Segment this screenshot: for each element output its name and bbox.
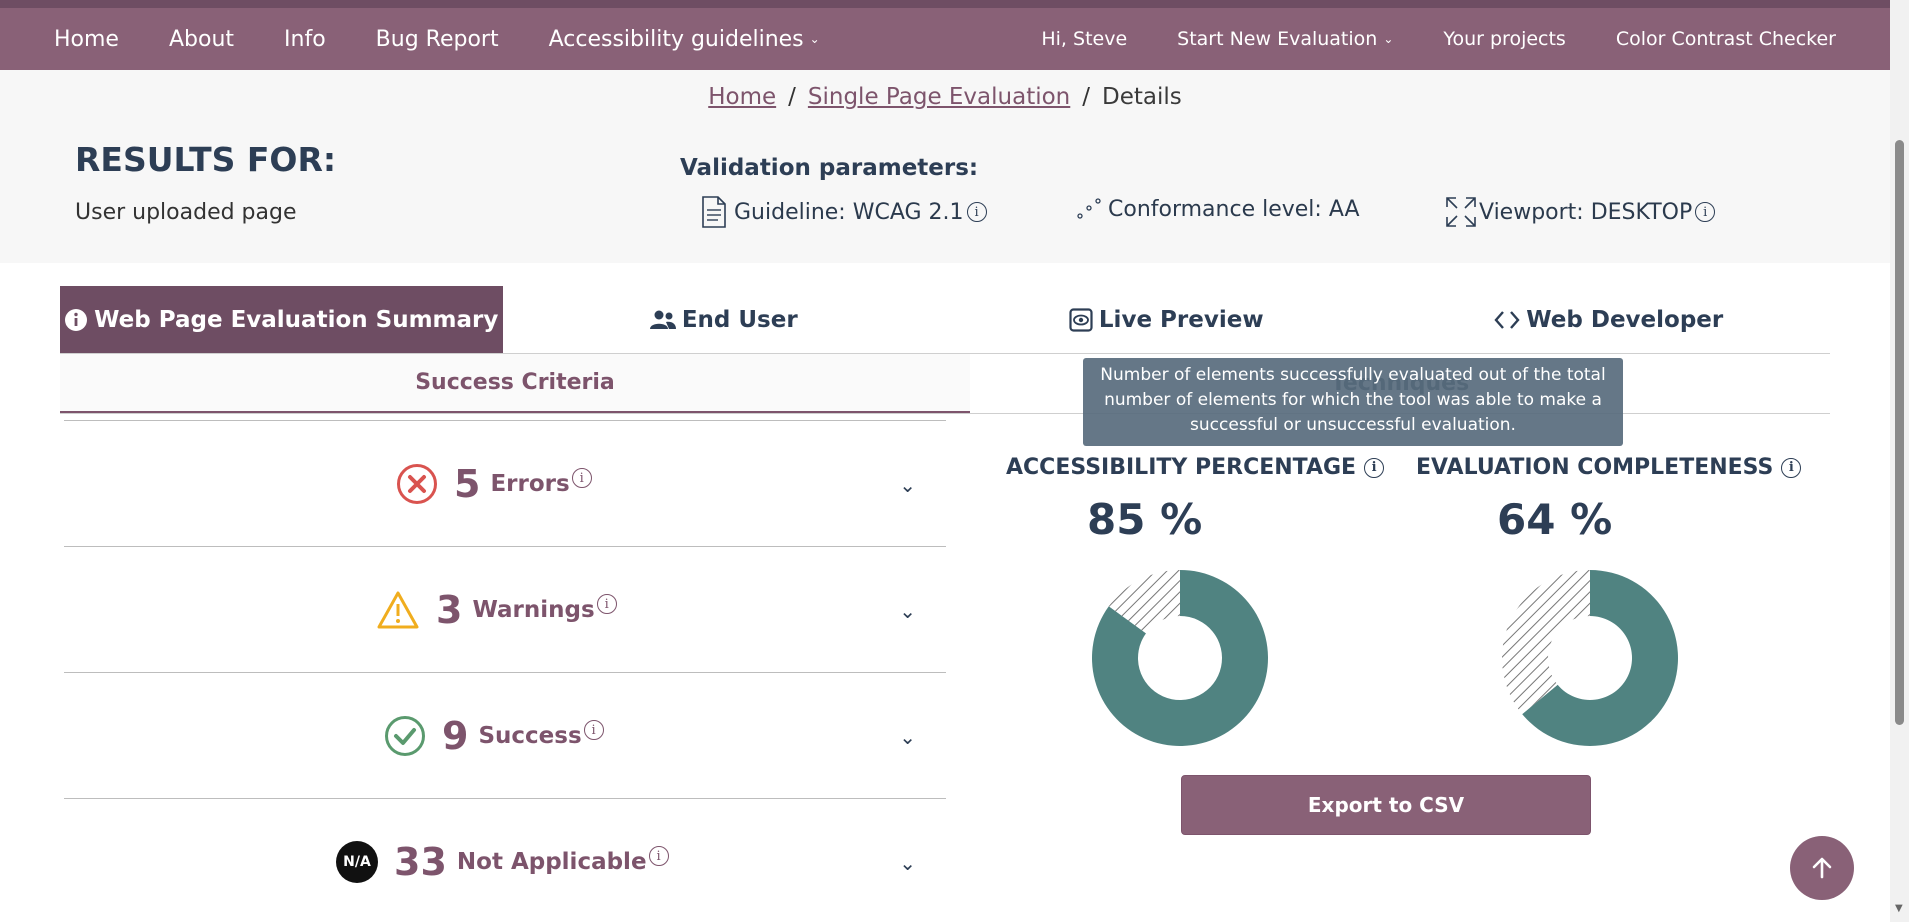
scrollbar-thumb[interactable] [1895,140,1904,725]
breadcrumb: Home / Single Page Evaluation / Details [0,84,1890,110]
info-icon[interactable]: i [596,594,617,614]
completeness-donut-chart [1502,570,1678,746]
nav-color-contrast-checker[interactable]: Color Contrast Checker [1616,28,1836,50]
stat-title-label: ACCESSIBILITY PERCENTAGE [1006,455,1357,480]
users-icon [649,310,676,329]
arrow-up-icon [1812,857,1832,879]
criteria-row-warnings[interactable]: 3 Warnings i ⌄ [64,546,946,672]
chevron-down-icon: ⌄ [809,32,820,46]
tab-success-criteria[interactable]: Success Criteria [60,354,970,413]
criteria-summary: 9 Success i [384,673,604,799]
chevron-down-icon[interactable]: ⌄ [899,725,916,749]
validation-title: Validation parameters: [680,155,979,181]
accessibility-percentage-title: ACCESSIBILITY PERCENTAGE i [1006,455,1385,480]
info-icon[interactable]: i [583,720,604,740]
expand-icon [1446,197,1476,227]
top-navbar: Home About Info Bug Report Accessibility… [0,8,1890,70]
info-icon[interactable]: i [648,846,669,866]
criteria-label: Warnings [472,597,595,623]
criteria-count: 3 [436,588,463,632]
criteria-row-success[interactable]: 9 Success i ⌄ [64,672,946,798]
warning-icon [377,591,419,629]
guideline-label: Guideline: WCAG 2.1 [734,199,964,225]
info-icon [65,308,88,331]
nav-user-greeting[interactable]: Hi, Steve [1041,28,1127,50]
conformance-label: Conformance level: AA [1108,196,1360,222]
tab-web-page-evaluation-summary[interactable]: Web Page Evaluation Summary [60,286,503,353]
completeness-remaining-slice [1502,570,1590,715]
tab-end-user[interactable]: End User [503,286,946,353]
conformance-param: Conformance level: AA [1076,196,1360,222]
nav-bug-report[interactable]: Bug Report [376,27,499,52]
main-tabs: Web Page Evaluation Summary End User Liv… [60,286,1830,354]
guideline-param: Guideline: WCAG 2.1 i [700,196,987,228]
criteria-summary: 5 Errors i [396,421,592,547]
top-strip [0,0,1909,8]
nav-start-new-evaluation-label: Start New Evaluation [1177,28,1378,50]
chevron-down-icon: ⌄ [1383,32,1394,46]
evaluation-completeness-value: 64 % [1497,495,1613,544]
chevron-down-icon[interactable]: ⌄ [899,599,916,623]
results-subtitle: User uploaded page [75,200,297,225]
criteria-count: 33 [394,840,447,884]
criteria-label: Errors [490,471,570,497]
info-icon[interactable]: i [966,202,987,222]
dots-icon [1077,198,1101,219]
eye-icon [1069,307,1093,332]
accessibility-donut-chart [1092,570,1268,746]
criteria-row-errors[interactable]: 5 Errors i ⌄ [64,420,946,546]
code-icon [1494,310,1520,329]
success-icon [385,716,425,756]
nav-your-projects[interactable]: Your projects [1443,28,1565,50]
na-icon: N/A [336,841,378,883]
nav-home[interactable]: Home [54,27,119,52]
nav-accessibility-guidelines[interactable]: Accessibility guidelines ⌄ [549,27,820,52]
info-icon[interactable]: i [1695,202,1716,222]
export-csv-button[interactable]: Export to CSV [1181,775,1591,835]
criteria-count: 9 [442,714,469,758]
breadcrumb-current: Details [1102,84,1182,110]
tab-label: Web Developer [1526,306,1724,333]
criteria-label: Not Applicable [456,849,647,875]
chevron-down-icon[interactable]: ⌄ [899,851,916,875]
criteria-count: 5 [454,462,481,506]
scroll-down-arrow-icon[interactable]: ▼ [1895,903,1903,914]
nav-about[interactable]: About [169,27,234,52]
breadcrumb-home[interactable]: Home [708,84,776,110]
criteria-summary: 3 Warnings i [376,547,617,673]
chevron-down-icon[interactable]: ⌄ [899,473,916,497]
viewport-param: Viewport: DESKTOP i [1445,196,1716,228]
nav-info[interactable]: Info [284,27,326,52]
nav-right: Hi, Steve Start New Evaluation ⌄ Your pro… [991,28,1836,50]
info-icon[interactable]: i [1364,457,1385,478]
criteria-label: Success [478,723,582,749]
breadcrumb-separator: / [1082,84,1091,110]
scroll-to-top-button[interactable] [1790,836,1854,900]
nav-accessibility-guidelines-label: Accessibility guidelines [548,26,804,52]
tab-live-preview[interactable]: Live Preview [945,286,1388,353]
tab-web-developer[interactable]: Web Developer [1388,286,1831,353]
nav-left: Home About Info Bug Report Accessibility… [54,27,870,52]
document-icon [702,196,726,228]
tab-label: Web Page Evaluation Summary [94,306,499,333]
completeness-tooltip: Number of elements successfully evaluate… [1083,358,1623,446]
viewport-label: Viewport: DESKTOP [1479,199,1693,225]
nav-start-new-evaluation[interactable]: Start New Evaluation ⌄ [1177,28,1393,50]
breadcrumb-single-page-evaluation[interactable]: Single Page Evaluation [808,84,1070,110]
page-scrollbar[interactable]: ▼ [1890,0,1909,922]
info-icon[interactable]: i [571,468,592,488]
results-title: RESULTS FOR: [75,140,337,179]
criteria-summary: N/A 33 Not Applicable i [336,799,669,922]
breadcrumb-separator: / [788,84,796,110]
error-icon [397,464,437,504]
evaluation-completeness-title: EVALUATION COMPLETENESS i [1416,455,1802,480]
info-icon[interactable]: i [1781,457,1802,478]
results-header: Home / Single Page Evaluation / Details RESU… [0,70,1890,263]
tab-label: End User [681,306,798,333]
accessibility-percentage-value: 85 % [1087,495,1203,544]
criteria-row-not-applicable[interactable]: N/A 33 Not Applicable i ⌄ [64,798,946,922]
stat-title-label: EVALUATION COMPLETENESS [1416,455,1774,480]
tab-label: Live Preview [1098,306,1264,333]
criteria-list: 5 Errors i ⌄ 3 Warnings i ⌄ 9 Success i … [64,420,946,922]
